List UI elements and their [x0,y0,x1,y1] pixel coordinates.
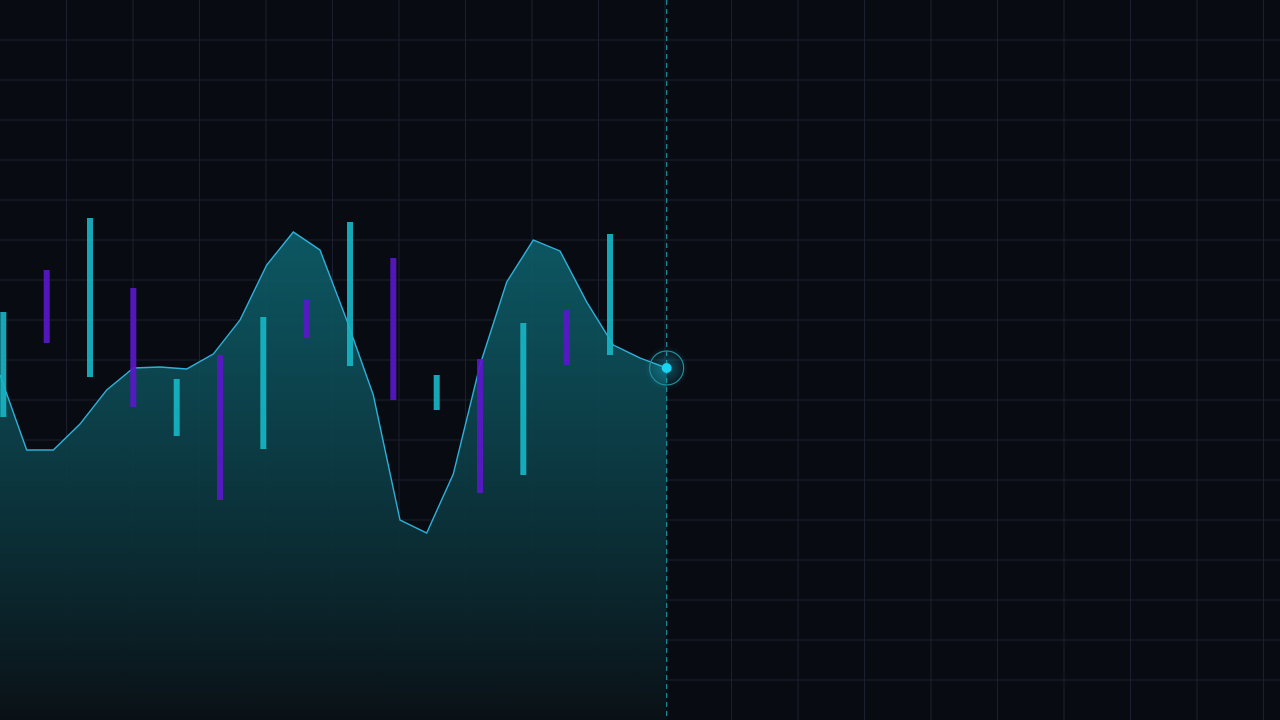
range-bar-13 [563,310,570,365]
range-bar-9 [390,258,397,400]
range-bar-3 [130,288,137,407]
area-fill [0,232,667,720]
marker-dot [661,363,672,373]
range-bar-2 [87,218,93,377]
current-value-marker [644,346,689,390]
chart-canvas [0,0,1280,720]
range-bar-6 [260,317,267,449]
range-bar-5 [217,355,223,500]
range-bar-14 [607,234,613,355]
range-bar-12 [520,323,527,475]
range-bar-10 [433,375,440,410]
range-bar-11 [477,359,483,493]
range-bar-1 [43,270,50,343]
line-area-chart [0,0,1280,720]
range-bar-0 [0,312,7,417]
range-bar-4 [173,379,180,436]
range-bar-8 [347,222,353,366]
range-bar-7 [303,300,310,338]
